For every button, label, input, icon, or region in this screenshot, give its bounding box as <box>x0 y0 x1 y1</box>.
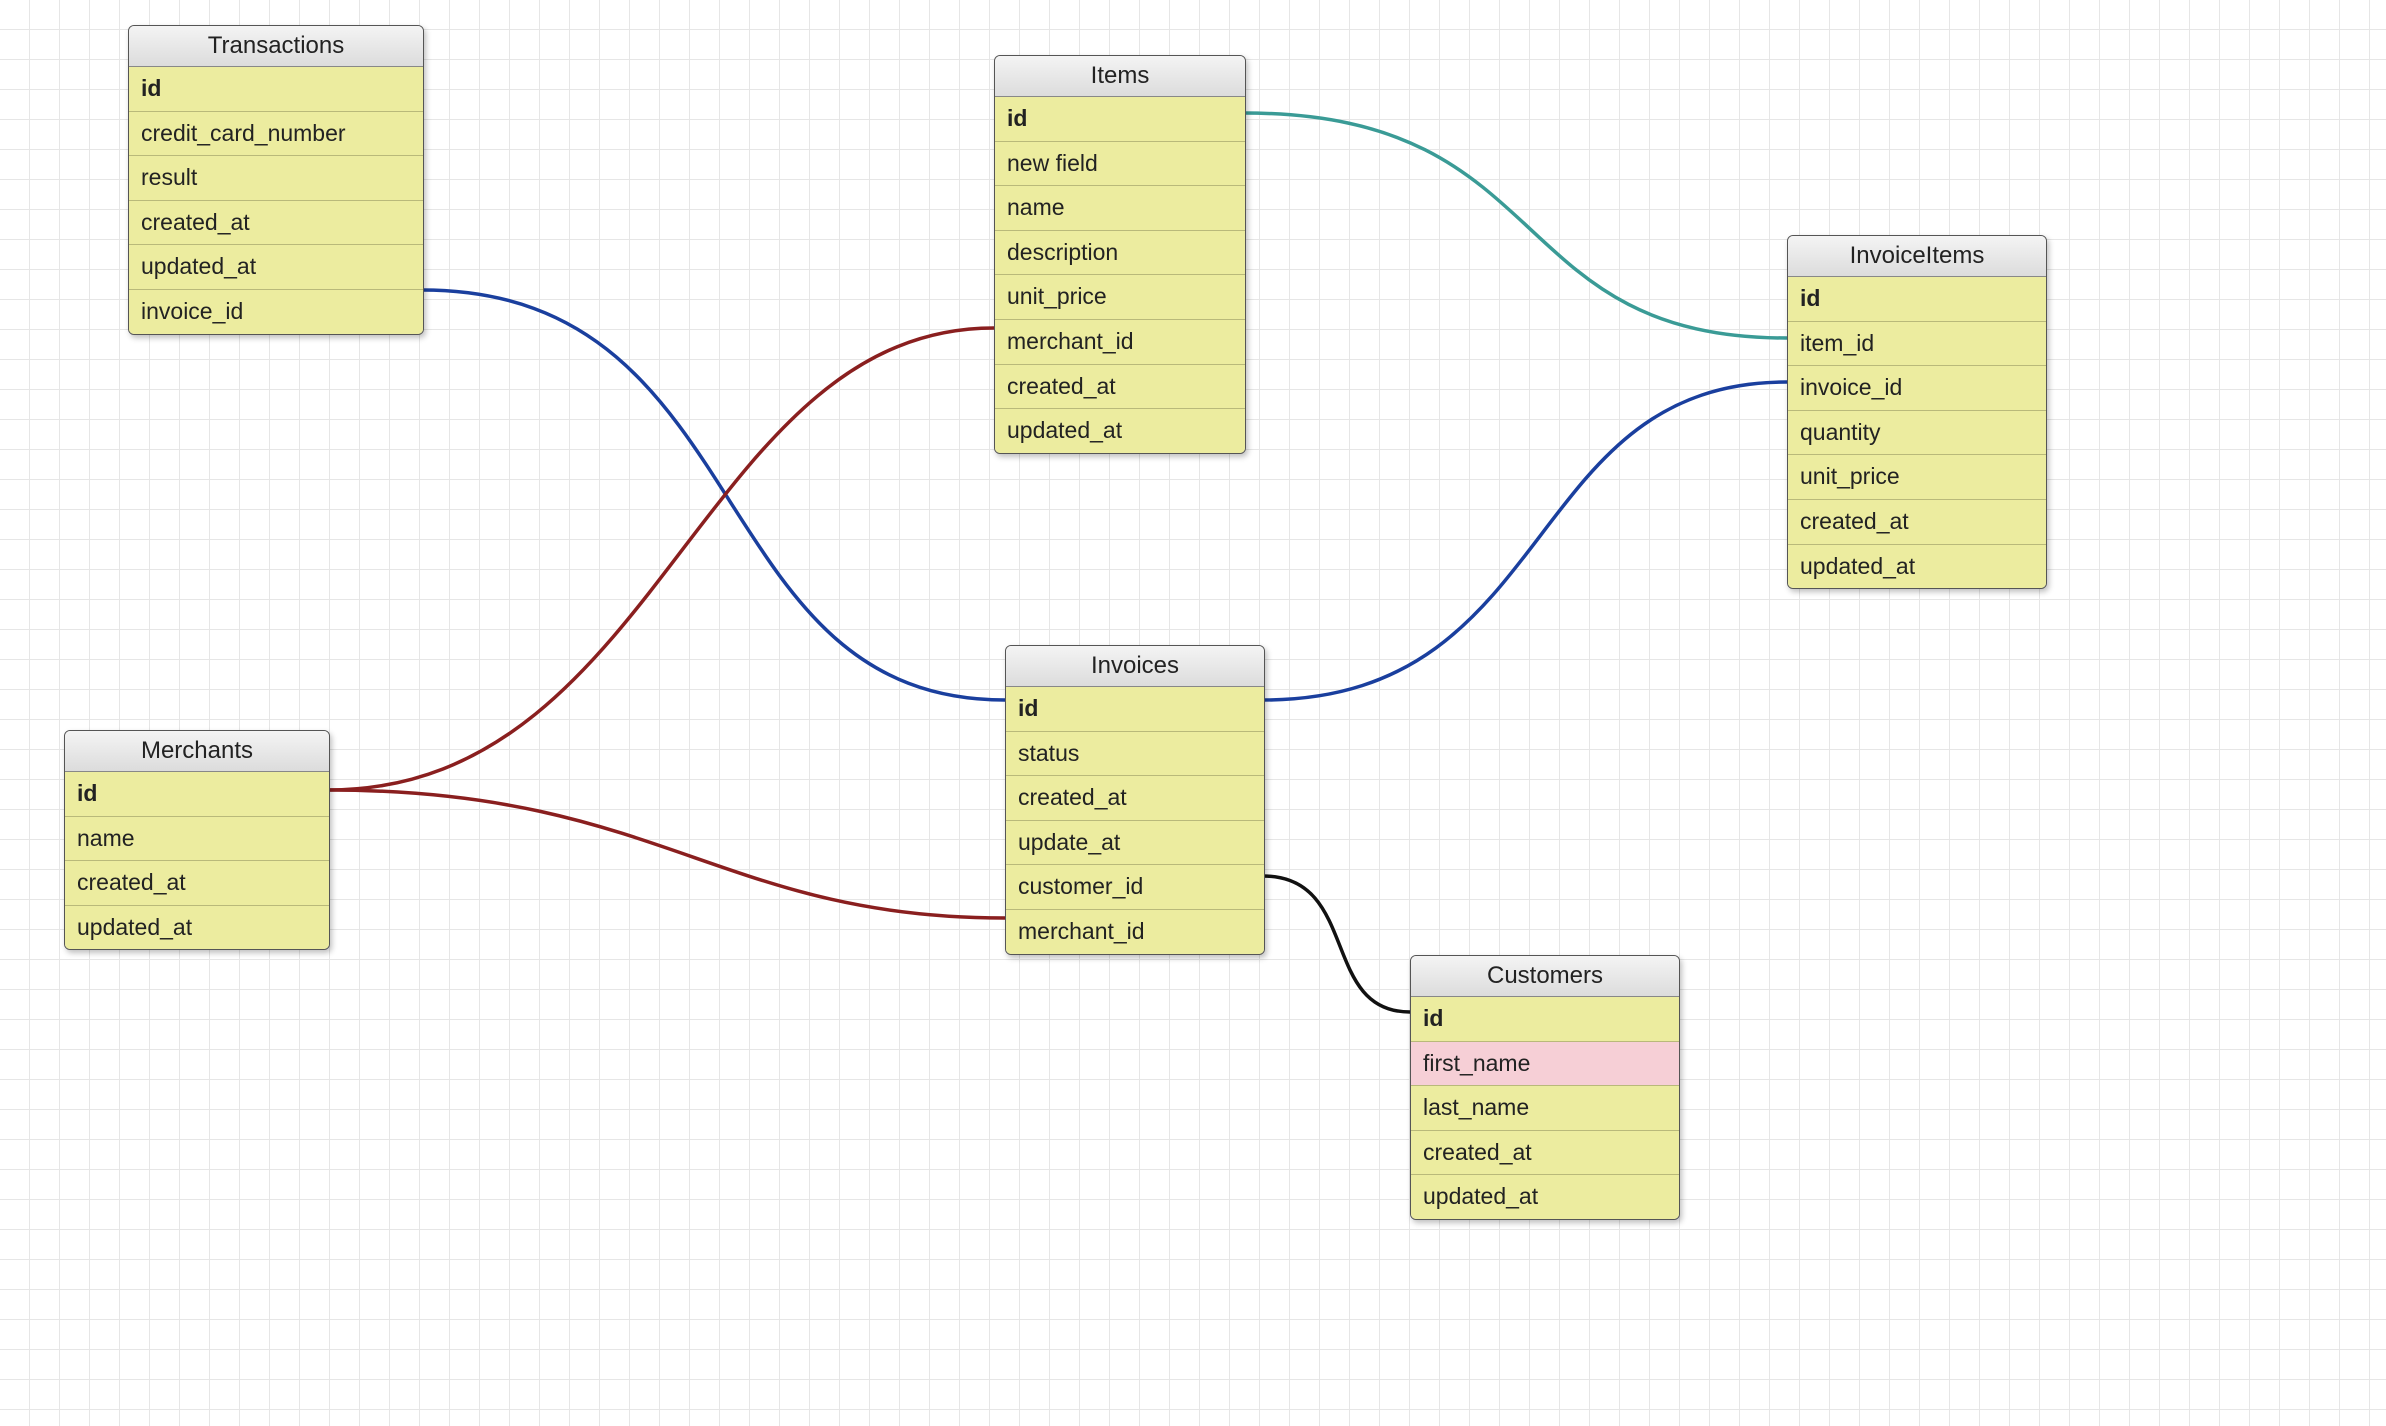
entity-items[interactable]: Itemsidnew fieldnamedescriptionunit_pric… <box>994 55 1246 454</box>
connector-merchants-id-to-items-merchant_id <box>328 328 994 790</box>
field-customers-first_name[interactable]: first_name <box>1411 1041 1679 1086</box>
field-merchants-name[interactable]: name <box>65 816 329 861</box>
field-customers-updated_at[interactable]: updated_at <box>1411 1174 1679 1219</box>
field-invoiceitems-id[interactable]: id <box>1788 277 2046 321</box>
field-invoices-merchant_id[interactable]: merchant_id <box>1006 909 1264 954</box>
field-transactions-invoice_id[interactable]: invoice_id <box>129 289 423 334</box>
field-customers-id[interactable]: id <box>1411 997 1679 1041</box>
field-invoiceitems-item_id[interactable]: item_id <box>1788 321 2046 366</box>
field-transactions-credit_card_number[interactable]: credit_card_number <box>129 111 423 156</box>
field-merchants-id[interactable]: id <box>65 772 329 816</box>
field-transactions-created_at[interactable]: created_at <box>129 200 423 245</box>
field-items-created_at[interactable]: created_at <box>995 364 1245 409</box>
field-invoices-customer_id[interactable]: customer_id <box>1006 864 1264 909</box>
connector-invoices-customer_id-to-customers-id <box>1263 876 1410 1012</box>
field-invoices-status[interactable]: status <box>1006 731 1264 776</box>
field-invoiceitems-invoice_id[interactable]: invoice_id <box>1788 365 2046 410</box>
diagram-canvas[interactable]: Transactionsidcredit_card_numberresultcr… <box>0 0 2386 1426</box>
field-invoiceitems-unit_price[interactable]: unit_price <box>1788 454 2046 499</box>
entity-header-customers[interactable]: Customers <box>1411 956 1679 997</box>
entity-header-invoiceitems[interactable]: InvoiceItems <box>1788 236 2046 277</box>
field-transactions-id[interactable]: id <box>129 67 423 111</box>
field-items-name[interactable]: name <box>995 185 1245 230</box>
connector-items-id-to-invoiceitems-item_id <box>1244 113 1787 338</box>
entity-invoices[interactable]: Invoicesidstatuscreated_atupdate_atcusto… <box>1005 645 1265 955</box>
field-items-merchant_id[interactable]: merchant_id <box>995 319 1245 364</box>
entity-merchants[interactable]: Merchantsidnamecreated_atupdated_at <box>64 730 330 950</box>
field-invoices-update_at[interactable]: update_at <box>1006 820 1264 865</box>
entity-transactions[interactable]: Transactionsidcredit_card_numberresultcr… <box>128 25 424 335</box>
entity-customers[interactable]: Customersidfirst_namelast_namecreated_at… <box>1410 955 1680 1220</box>
field-invoices-created_at[interactable]: created_at <box>1006 775 1264 820</box>
entity-header-items[interactable]: Items <box>995 56 1245 97</box>
field-items-description[interactable]: description <box>995 230 1245 275</box>
field-merchants-created_at[interactable]: created_at <box>65 860 329 905</box>
connector-merchants-id-to-invoices-merchant_id <box>328 790 1005 918</box>
field-items-new_field[interactable]: new field <box>995 141 1245 186</box>
field-items-id[interactable]: id <box>995 97 1245 141</box>
field-merchants-updated_at[interactable]: updated_at <box>65 905 329 950</box>
field-invoiceitems-quantity[interactable]: quantity <box>1788 410 2046 455</box>
field-customers-created_at[interactable]: created_at <box>1411 1130 1679 1175</box>
entity-header-merchants[interactable]: Merchants <box>65 731 329 772</box>
entity-invoiceitems[interactable]: InvoiceItemsiditem_idinvoice_idquantityu… <box>1787 235 2047 589</box>
field-items-updated_at[interactable]: updated_at <box>995 408 1245 453</box>
entity-header-transactions[interactable]: Transactions <box>129 26 423 67</box>
entity-header-invoices[interactable]: Invoices <box>1006 646 1264 687</box>
field-invoiceitems-updated_at[interactable]: updated_at <box>1788 544 2046 589</box>
connector-transactions-invoice_id-to-invoices-id <box>422 290 1005 700</box>
connector-invoices-id-to-invoiceitems-invoice_id <box>1263 382 1787 700</box>
field-transactions-result[interactable]: result <box>129 155 423 200</box>
field-invoices-id[interactable]: id <box>1006 687 1264 731</box>
field-invoiceitems-created_at[interactable]: created_at <box>1788 499 2046 544</box>
field-items-unit_price[interactable]: unit_price <box>995 274 1245 319</box>
field-transactions-updated_at[interactable]: updated_at <box>129 244 423 289</box>
field-customers-last_name[interactable]: last_name <box>1411 1085 1679 1130</box>
